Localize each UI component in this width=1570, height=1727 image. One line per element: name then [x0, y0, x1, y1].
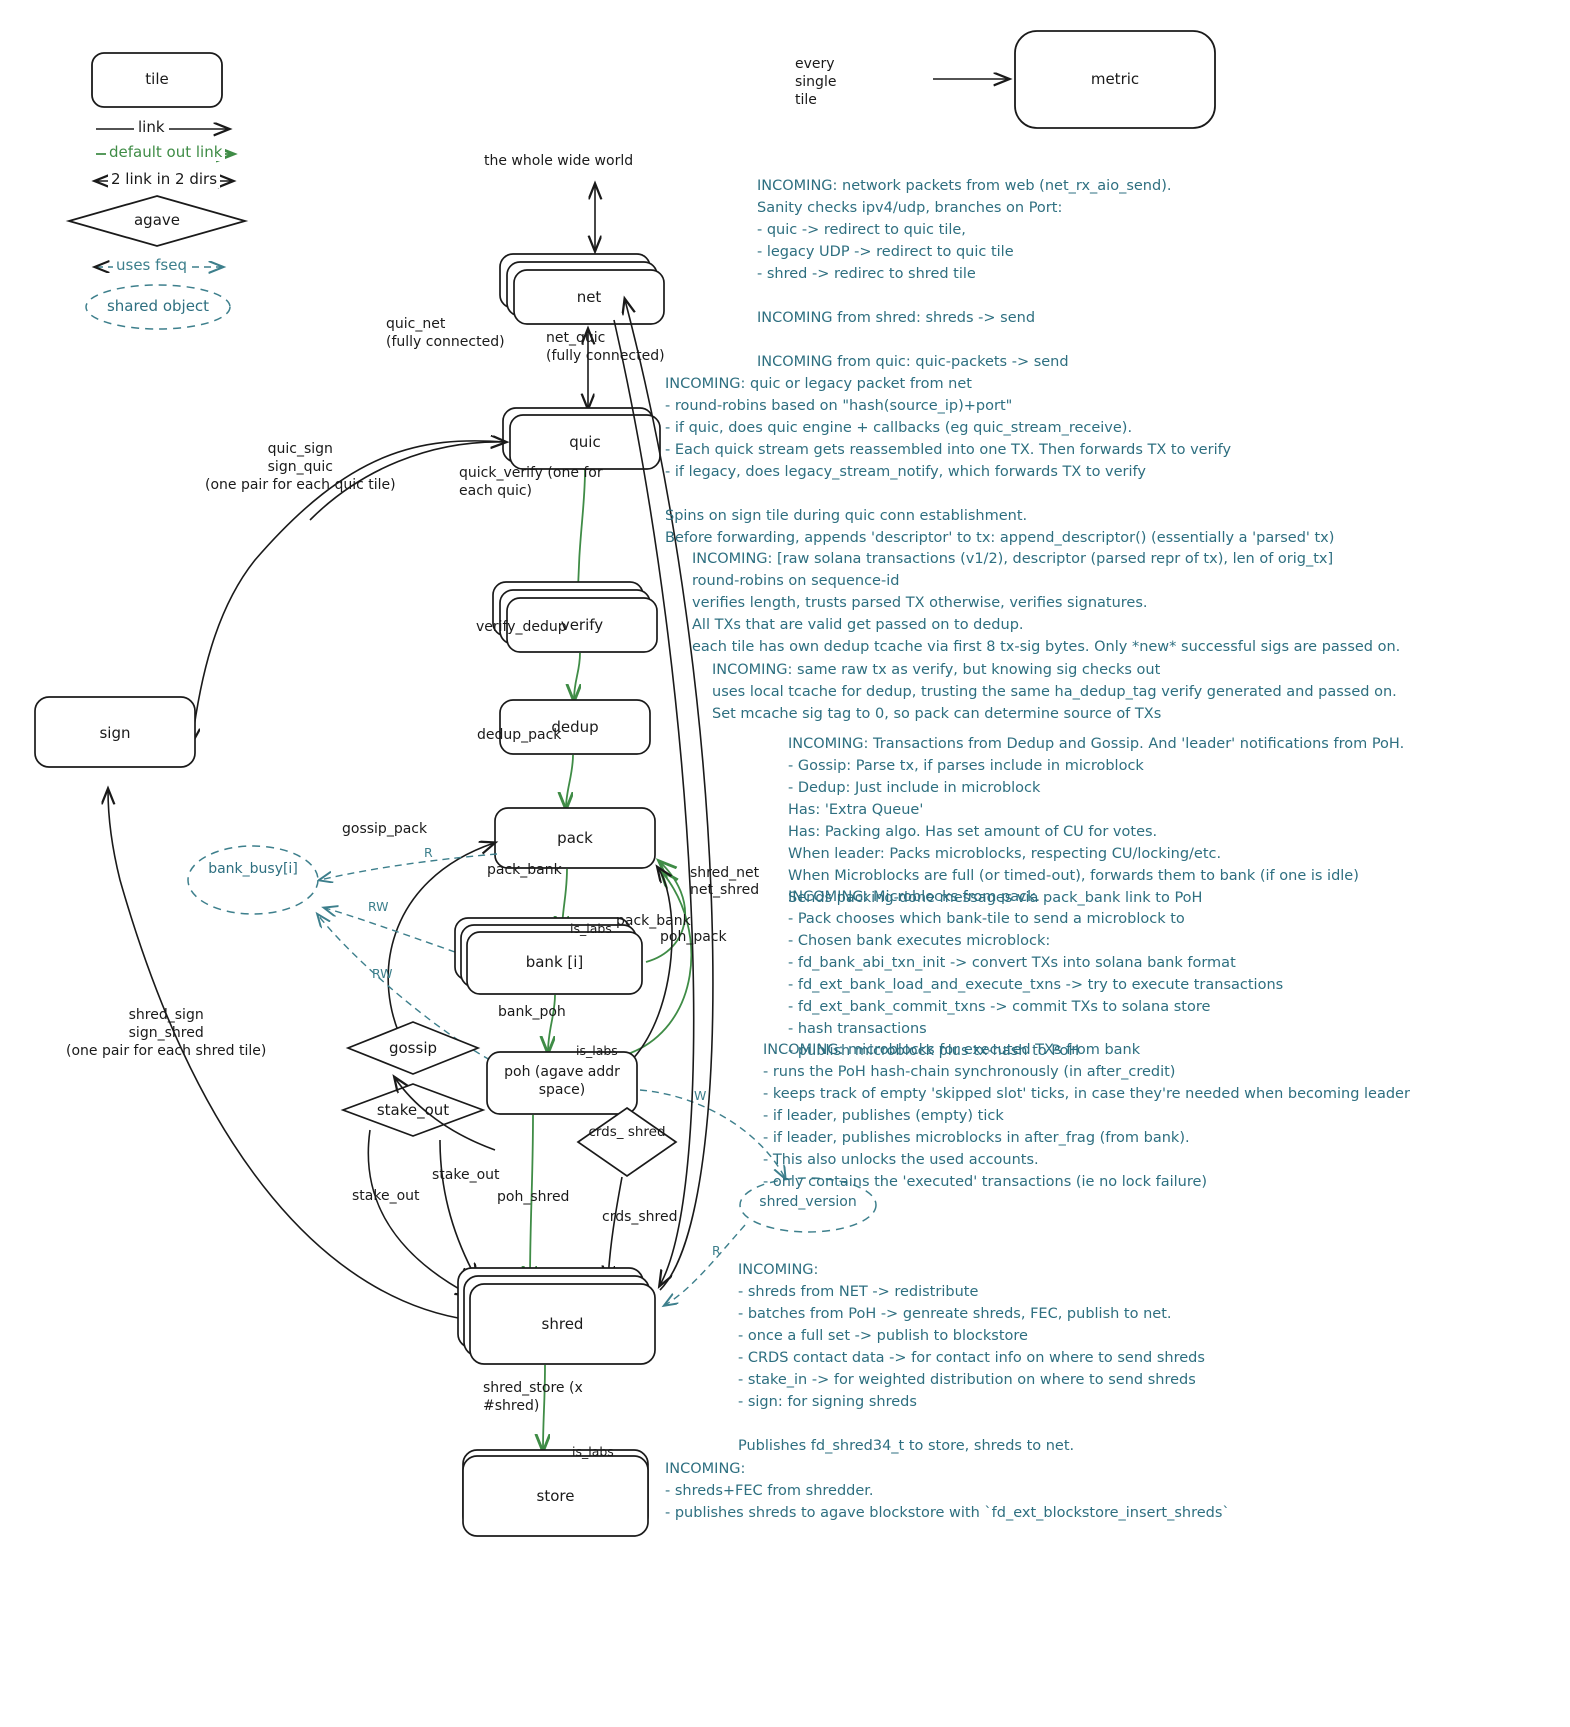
sign-shape — [34, 696, 196, 768]
edge-pack-bankbusy — [320, 853, 498, 880]
edge-label-net-shred: net_shred — [690, 882, 760, 898]
note-store: INCOMING: - shreds+FEC from shredder. - … — [665, 1461, 1230, 1522]
edge-label-dedup-pack: dedup_pack — [477, 727, 562, 743]
legend-tile-shape — [91, 52, 223, 108]
bank-busy-shape — [187, 845, 319, 915]
legend-shared-object-shape — [85, 284, 231, 330]
edge-stakeout-shred-a — [367, 1129, 470, 1295]
tag-is-labs-bank: is_labs — [570, 921, 612, 936]
edge-label-bank-poh: bank_poh — [498, 1004, 566, 1020]
pack-shape — [494, 807, 656, 869]
edge-label-shred-net: shred_net — [690, 865, 760, 881]
edge-label-net-quic: net_quic (fully connected) — [546, 330, 665, 365]
store-shape — [462, 1455, 649, 1537]
note-pack: INCOMING: Transactions from Dedup and Go… — [788, 736, 1405, 907]
stake-out-shape — [340, 1083, 486, 1137]
edge-label-poh-shred: poh_shred — [497, 1189, 570, 1205]
edge-label-stake-out-b: stake_out — [352, 1188, 420, 1204]
tag-is-labs-store: is_labs — [572, 1444, 614, 1459]
tag-r-1: R — [424, 845, 433, 860]
edge-label-shred-sign: shred_sign sign_shred (one pair for each… — [66, 1007, 267, 1060]
edge-label-verify-dedup: verify_dedup — [476, 619, 567, 635]
gossip-shape — [345, 1021, 481, 1075]
legend-link-label: link — [134, 118, 169, 136]
edge-label-quic-sign: quic_sign sign_quic (one pair for each q… — [205, 441, 396, 494]
note-dedup: INCOMING: same raw tx as verify, but kno… — [712, 662, 1397, 723]
edge-crds-shred — [608, 1176, 623, 1280]
edge-dedup-pack — [566, 754, 574, 808]
legend-default-out-link-label: default out link — [106, 143, 226, 161]
edge-label-poh-pack: poh_pack — [660, 929, 727, 945]
diagram-canvas: tile link default out link 2 link in 2 d… — [0, 0, 1570, 1727]
edge-label-shred-store: shred_store (x #shred) — [483, 1380, 583, 1415]
tag-r-2: R — [712, 1243, 721, 1258]
edge-stakeout-shred-b — [439, 1139, 476, 1278]
net-shape — [513, 269, 665, 325]
legend-two-link-label: 2 link in 2 dirs — [108, 170, 221, 188]
quic-shape — [509, 414, 661, 470]
tag-rw-2: RW — [372, 966, 393, 981]
tag-w-1: W — [694, 1088, 707, 1103]
edge-label-crds-shred: crds_shred — [602, 1209, 678, 1225]
poh-shape — [486, 1051, 638, 1115]
note-bank: INCOMING: Microblocks from pack. - Pack … — [788, 889, 1284, 1060]
metric-node-shape — [1014, 30, 1216, 129]
note-shred: INCOMING: - shreds from NET -> redistrib… — [738, 1262, 1205, 1455]
note-net: INCOMING: network packets from web (net_… — [757, 178, 1172, 371]
edge-label-stake-out-a: stake_out — [432, 1167, 500, 1183]
bank-shape — [466, 931, 643, 995]
legend-agave-shape — [65, 195, 249, 247]
edge-label-pack-bank: pack_bank — [487, 862, 562, 878]
edge-label-quic-verify: quick_verify (one for each quic) — [459, 465, 603, 500]
note-poh: INCOMING: microblocks for executed TXs f… — [763, 1042, 1410, 1191]
edge-verify-dedup — [574, 652, 580, 700]
world-label: the whole wide world — [484, 153, 634, 169]
note-verify: INCOMING: [raw solana transactions (v1/2… — [692, 551, 1401, 656]
legend-uses-fseq-label: uses fseq — [113, 256, 190, 274]
tag-rw-1: RW — [368, 899, 389, 914]
note-quic: INCOMING: quic or legacy packet from net… — [665, 376, 1335, 547]
metric-source-label: every single tile — [795, 56, 837, 109]
crds-shred-shape — [576, 1106, 678, 1178]
edge-label-gossip-pack: gossip_pack — [342, 821, 428, 837]
tag-is-labs-poh: is_labs — [576, 1043, 618, 1058]
edge-label-quic-net: quic_net (fully connected) — [386, 316, 505, 351]
shred-shape — [469, 1283, 656, 1365]
